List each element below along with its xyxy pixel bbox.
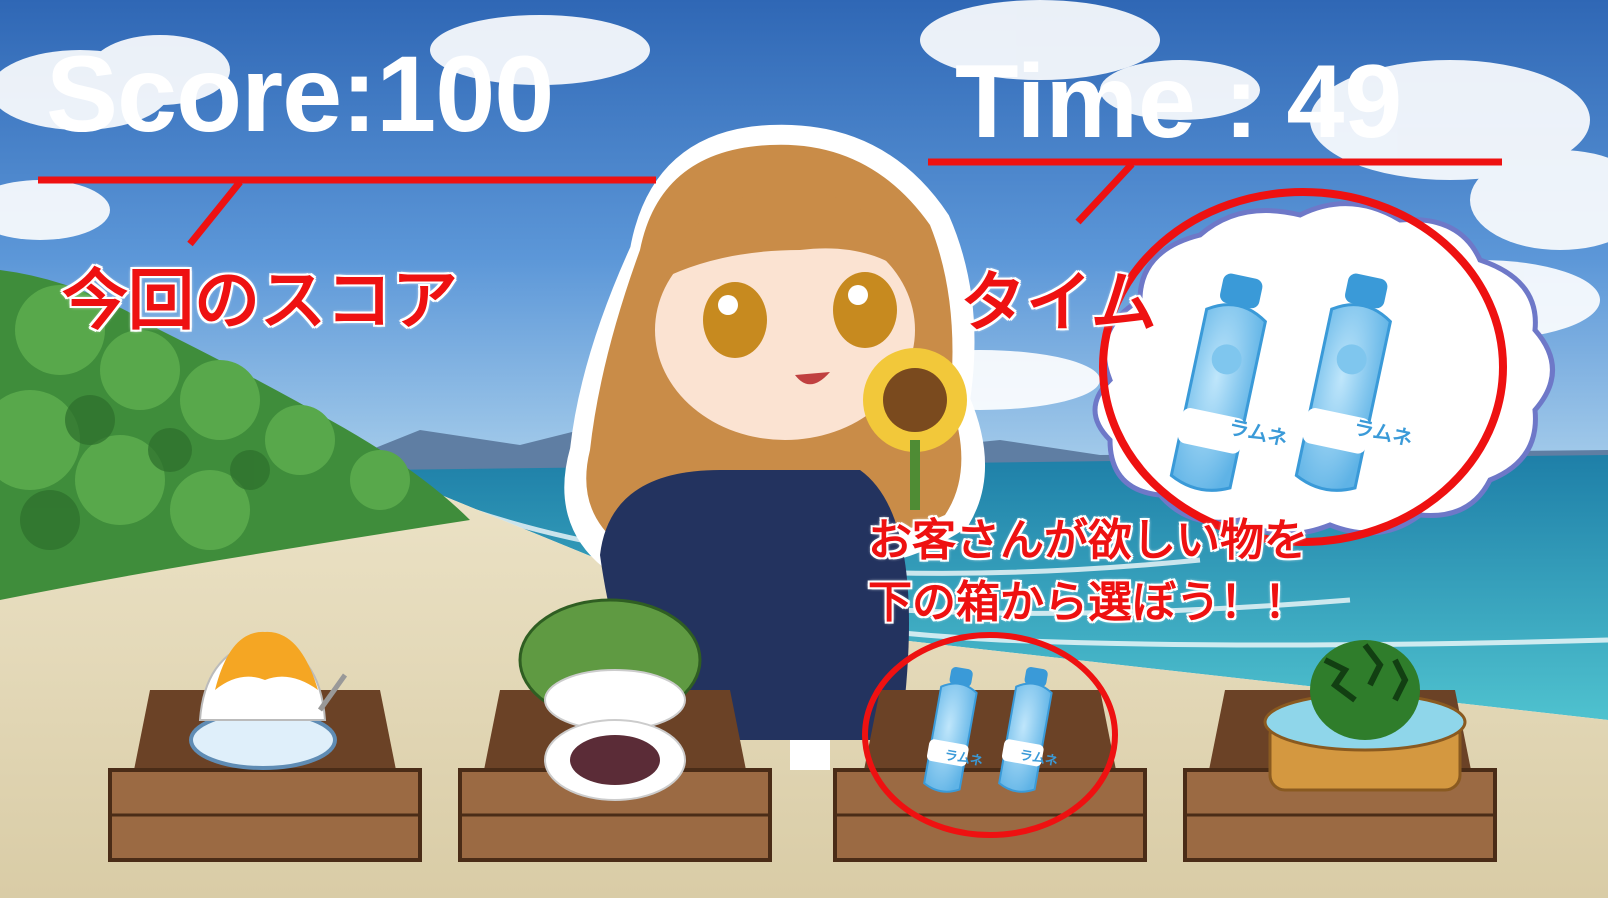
instruction-text: お客さんが欲しい物を 下の箱から選ぼう！！ bbox=[867, 510, 1310, 633]
time-annotation: タイム bbox=[959, 264, 1159, 341]
time-display: Time:49 bbox=[955, 50, 1402, 154]
time-separator: : bbox=[1223, 44, 1259, 160]
time-label: Time bbox=[955, 44, 1196, 160]
instruction-line-2: 下の箱から選ぼう！！ bbox=[867, 575, 1310, 629]
score-display: Score:100 bbox=[46, 33, 554, 154]
instruction-line-1: お客さんが欲しい物を bbox=[867, 514, 1310, 568]
game-stage: ラムネ ラムネ ラムネ ラムネ Score:100 Time: 49 今回のス… bbox=[0, 0, 1608, 898]
score-annotation: 今回のスコア bbox=[61, 262, 460, 339]
time-value: 49 bbox=[1286, 44, 1403, 160]
